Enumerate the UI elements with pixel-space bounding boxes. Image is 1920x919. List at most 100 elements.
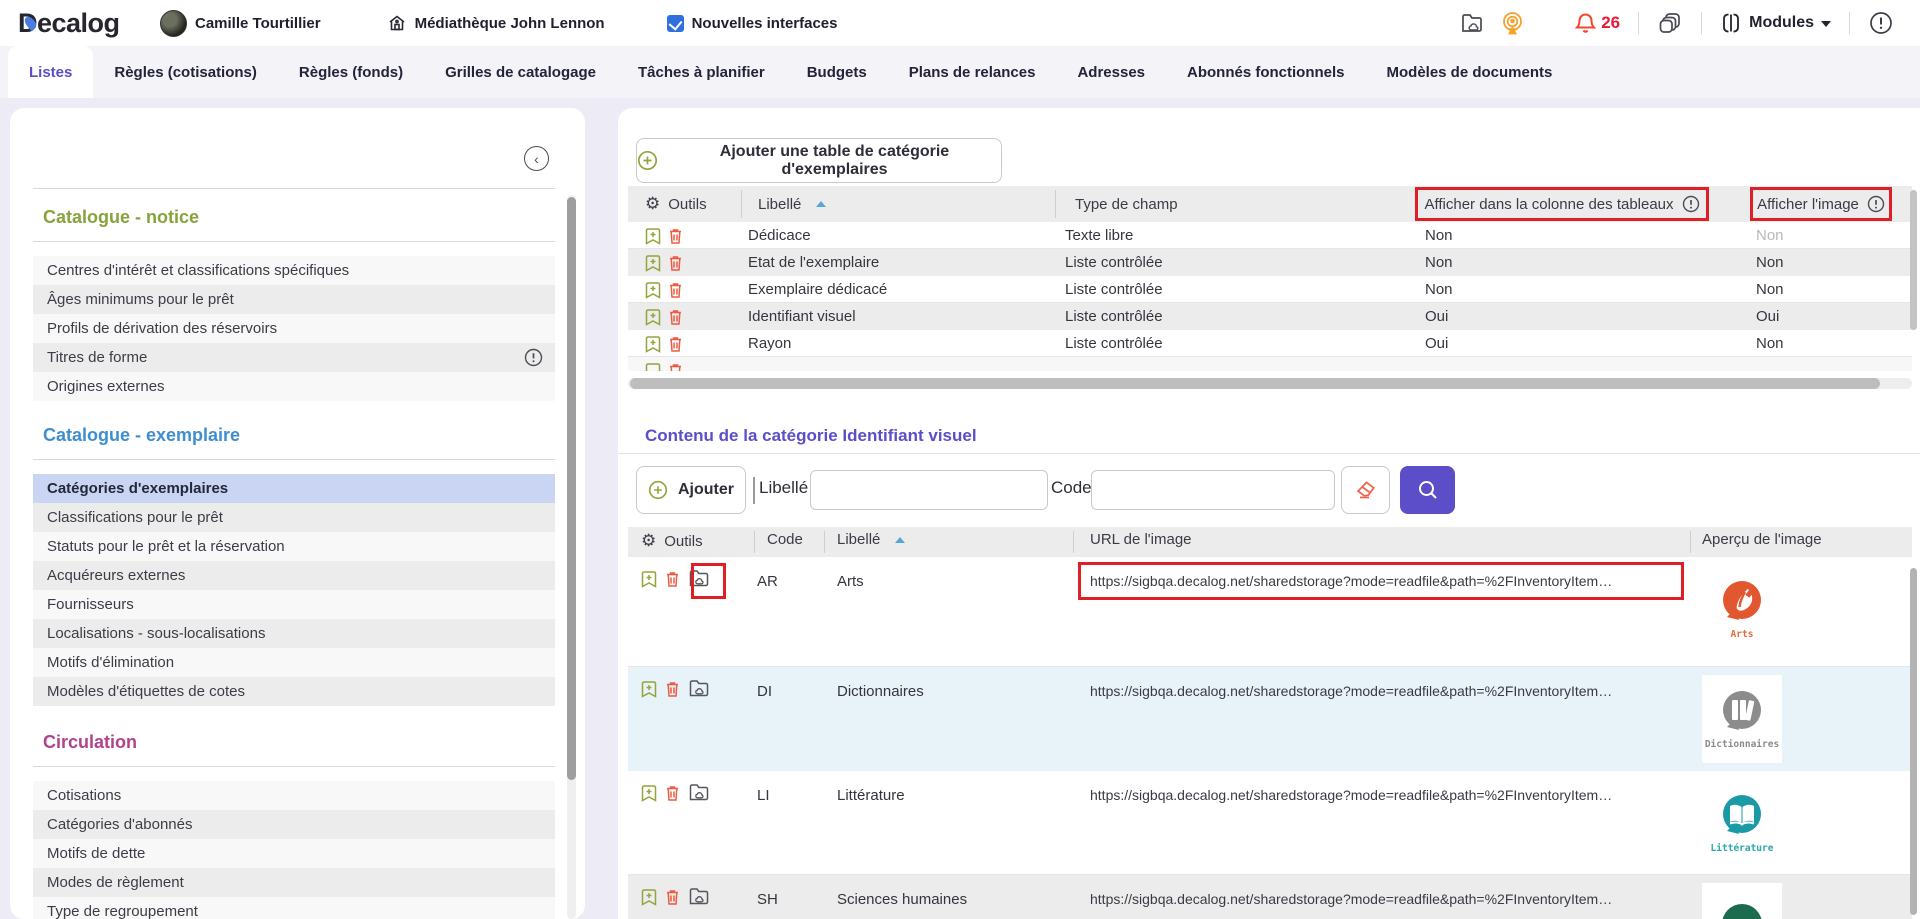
sidebar-item-type-de-regroupement[interactable]: Type de regroupement xyxy=(33,897,555,919)
info-icon[interactable] xyxy=(1867,195,1885,213)
value-image-url[interactable]: https://sigbqa.decalog.net/sharedstorage… xyxy=(1090,683,1612,699)
delete-trash-icon[interactable] xyxy=(668,254,683,272)
notifications-bell-icon[interactable] xyxy=(1574,11,1597,35)
libelle-filter-input[interactable] xyxy=(810,470,1048,510)
edit-bookmark-icon[interactable] xyxy=(645,227,661,245)
sidebar-item-motifs-de-dette[interactable]: Motifs de dette xyxy=(33,839,555,868)
code-filter-input[interactable] xyxy=(1091,470,1335,510)
new-interfaces-toggle[interactable]: Nouvelles interfaces xyxy=(667,15,838,32)
table-row[interactable]: Rayon Liste contrôlée Oui Non xyxy=(628,330,1912,357)
delete-trash-icon[interactable] xyxy=(668,308,683,326)
table-row[interactable]: Dédicace Texte libre Non Non xyxy=(628,222,1912,249)
sidebar-scrollbar-thumb[interactable] xyxy=(567,197,576,780)
sidebar-item-profils-derivation[interactable]: Profils de dérivation des réservoirs xyxy=(33,314,555,343)
table-row[interactable]: Etat de l'exemplaire Liste contrôlée Non… xyxy=(628,249,1912,276)
value-image-url[interactable]: https://sigbqa.decalog.net/sharedstorage… xyxy=(1090,891,1612,907)
edit-bookmark-icon[interactable] xyxy=(645,362,661,371)
sidebar-item-titres-de-forme[interactable]: Titres de forme xyxy=(33,343,555,372)
help-info-icon[interactable] xyxy=(1868,10,1894,36)
values-table-scrollbar-thumb[interactable] xyxy=(1910,568,1917,915)
clear-filters-button[interactable] xyxy=(1341,466,1390,514)
delete-trash-icon[interactable] xyxy=(668,227,683,245)
tab-taches-a-planifier[interactable]: Tâches à planifier xyxy=(617,46,786,98)
sidebar-item-ages-minimums[interactable]: Âges minimums pour le prêt xyxy=(33,285,555,314)
sidebar-item-origines-externes[interactable]: Origines externes xyxy=(33,372,555,401)
column-header-apercu: Aperçu de l'image xyxy=(1702,531,1822,548)
tab-regles-cotisations[interactable]: Règles (cotisations) xyxy=(93,46,278,98)
delete-trash-icon[interactable] xyxy=(665,784,680,802)
column-header-code[interactable]: Code xyxy=(767,531,803,548)
edit-bookmark-icon[interactable] xyxy=(645,335,661,353)
tab-plans-de-relances[interactable]: Plans de relances xyxy=(888,46,1057,98)
image-folder-icon[interactable] xyxy=(688,887,710,906)
sidebar-item-centres-interet[interactable]: Centres d'intérêt et classifications spé… xyxy=(33,256,555,285)
broadcast-icon[interactable] xyxy=(1499,10,1526,37)
add-value-button[interactable]: Ajouter xyxy=(636,466,746,514)
field-type: Liste contrôlée xyxy=(1065,303,1163,330)
tab-budgets[interactable]: Budgets xyxy=(786,46,888,98)
value-image-url[interactable]: https://sigbqa.decalog.net/sharedstorage… xyxy=(1090,787,1612,803)
sidebar-item-acquereurs-externes[interactable]: Acquéreurs externes xyxy=(33,561,555,590)
tab-listes[interactable]: Listes xyxy=(8,46,93,98)
field-label: Rayon xyxy=(748,330,791,357)
fields-table-header: ⚙ Outils Libellé Type de champ Afficher … xyxy=(628,186,1912,222)
edit-bookmark-icon[interactable] xyxy=(645,281,661,299)
column-header-libelle[interactable]: Libellé xyxy=(758,196,826,213)
sidebar-item-statuts-pret-reservation[interactable]: Statuts pour le prêt et la réservation xyxy=(33,532,555,561)
sidebar-item-classifications-pret[interactable]: Classifications pour le prêt xyxy=(33,503,555,532)
edit-bookmark-icon[interactable] xyxy=(645,254,661,272)
sidebar-collapse-button[interactable]: ‹ xyxy=(524,146,549,171)
sidebar-item-categories-abonnes[interactable]: Catégories d'abonnés xyxy=(33,810,555,839)
delete-trash-icon[interactable] xyxy=(668,281,683,299)
tab-grilles-catalogage[interactable]: Grilles de catalogage xyxy=(424,46,617,98)
image-folder-icon[interactable] xyxy=(688,679,710,698)
delete-trash-icon[interactable] xyxy=(668,362,683,371)
copy-windows-icon[interactable] xyxy=(1657,10,1683,36)
fields-table-scrollbar-thumb[interactable] xyxy=(1910,190,1917,330)
sidebar-item-cotisations[interactable]: Cotisations xyxy=(33,781,555,810)
sidebar-item-motifs-elimination[interactable]: Motifs d'élimination xyxy=(33,648,555,677)
horizontal-scrollbar-thumb[interactable] xyxy=(630,378,1880,389)
column-header-afficher-colonne[interactable]: Afficher dans la colonne des tableaux xyxy=(1424,196,1673,213)
tab-regles-fonds[interactable]: Règles (fonds) xyxy=(278,46,424,98)
tab-abonnes-fonctionnels[interactable]: Abonnés fonctionnels xyxy=(1166,46,1366,98)
column-header-afficher-image[interactable]: Afficher l'image xyxy=(1757,196,1859,213)
delete-trash-icon[interactable] xyxy=(665,570,680,588)
sidebar-item-categories-exemplaires[interactable]: Catégories d'exemplaires xyxy=(33,474,555,503)
add-category-table-button[interactable]: Ajouter une table de catégorie d'exempla… xyxy=(636,138,1002,183)
edit-bookmark-icon[interactable] xyxy=(645,308,661,326)
current-user[interactable]: Camille Tourtillier xyxy=(160,10,321,37)
edit-bookmark-icon[interactable] xyxy=(641,680,657,698)
tab-modeles-de-documents[interactable]: Modèles de documents xyxy=(1366,46,1574,98)
table-row[interactable]: LI Littérature https://sigbqa.decalog.ne… xyxy=(628,771,1912,875)
table-row[interactable]: AR Arts https://sigbqa.decalog.net/share… xyxy=(628,557,1912,667)
image-folder-icon[interactable] xyxy=(688,783,710,802)
column-divider xyxy=(1690,531,1691,553)
sidebar-item-modeles-etiquettes[interactable]: Modèles d'étiquettes de cotes xyxy=(33,677,555,706)
current-library[interactable]: Médiathèque John Lennon xyxy=(387,13,605,33)
delete-trash-icon[interactable] xyxy=(668,335,683,353)
table-row[interactable]: Identifiant visuel Liste contrôlée Oui O… xyxy=(628,303,1912,330)
shared-folder-icon[interactable] xyxy=(1459,11,1485,35)
sidebar-item-modes-de-reglement[interactable]: Modes de règlement xyxy=(33,868,555,897)
tab-adresses[interactable]: Adresses xyxy=(1056,46,1166,98)
sidebar-item-fournisseurs[interactable]: Fournisseurs xyxy=(33,590,555,619)
edit-bookmark-icon[interactable] xyxy=(641,888,657,906)
column-header-type-de-champ[interactable]: Type de champ xyxy=(1075,196,1178,213)
table-row[interactable]: Exemplaire dédicacé Liste contrôlée Non … xyxy=(628,276,1912,303)
table-row-clipped[interactable] xyxy=(628,357,1912,371)
modules-menu[interactable]: Modules xyxy=(1720,11,1831,35)
edit-bookmark-icon[interactable] xyxy=(641,570,657,588)
table-row[interactable]: SH Sciences humaines https://sigbqa.deca… xyxy=(628,875,1912,919)
column-header-url[interactable]: URL de l'image xyxy=(1090,531,1192,548)
delete-trash-icon[interactable] xyxy=(665,888,680,906)
delete-trash-icon[interactable] xyxy=(665,680,680,698)
edit-bookmark-icon[interactable] xyxy=(641,784,657,802)
sidebar-section-title-circulation: Circulation xyxy=(33,732,555,753)
info-icon[interactable] xyxy=(1682,195,1700,213)
search-button[interactable] xyxy=(1400,466,1455,514)
column-header-libelle[interactable]: Libellé xyxy=(837,531,905,548)
sidebar-item-localisations[interactable]: Localisations - sous-localisations xyxy=(33,619,555,648)
new-interfaces-checkbox[interactable] xyxy=(667,15,684,32)
table-row[interactable]: DI Dictionnaires https://sigbqa.decalog.… xyxy=(628,667,1912,771)
